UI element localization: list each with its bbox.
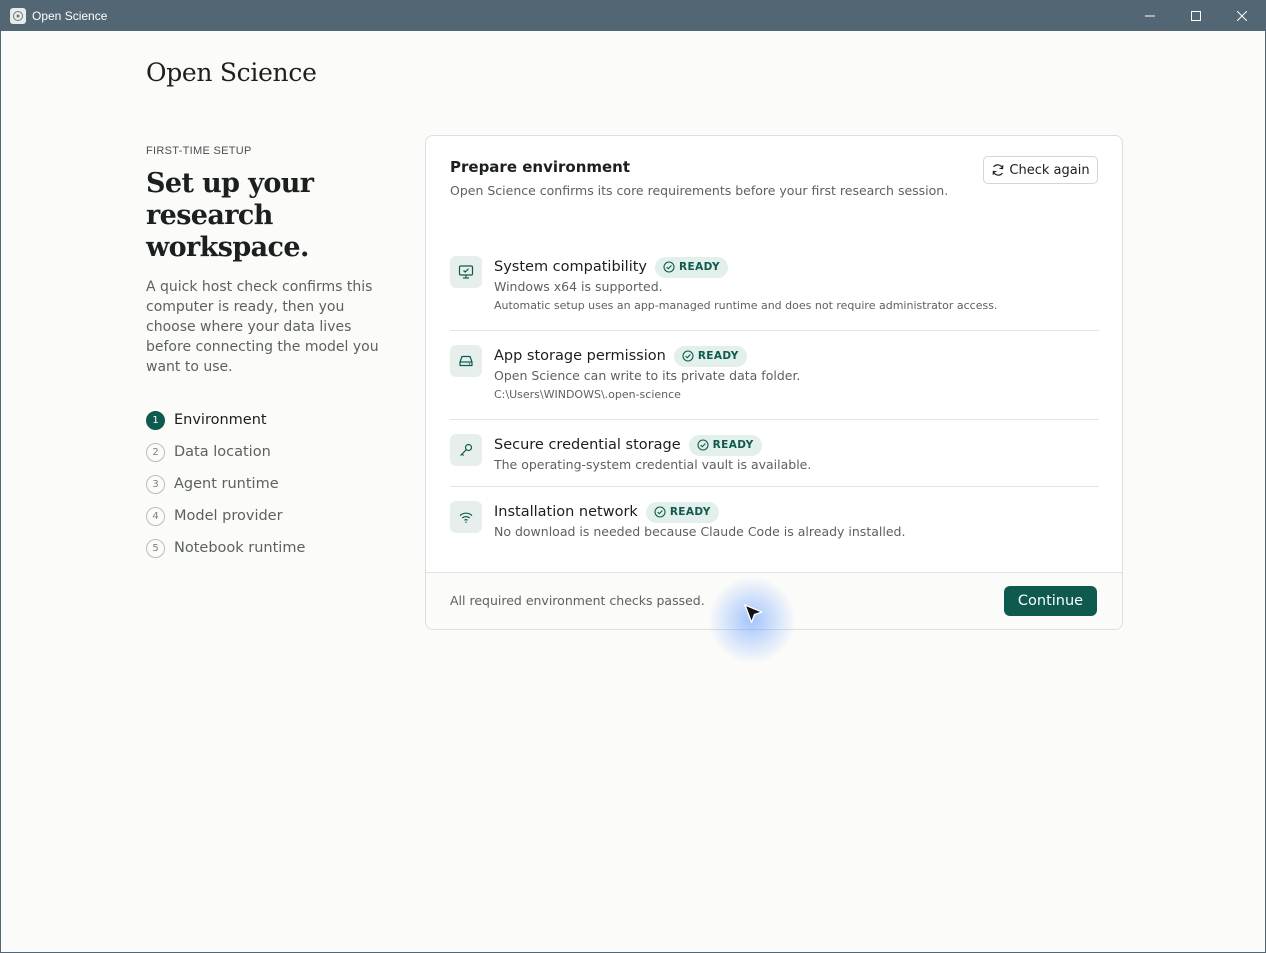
step-number: 2: [146, 442, 165, 462]
brand-title: Open Science: [146, 58, 317, 87]
card-title: Prepare environment: [450, 158, 631, 176]
check-description: No download is needed because Claude Cod…: [494, 524, 906, 539]
step-label: Model provider: [174, 508, 283, 524]
status-badge: READY: [655, 256, 728, 278]
step-label: Agent runtime: [174, 476, 279, 492]
check-again-label: Check again: [1009, 162, 1090, 178]
check-row-system-compatibility: System compatibility READY Windows x64 i…: [450, 242, 1099, 331]
setup-steps: 1 Environment 2 Data location 3 Agent ru…: [146, 404, 305, 564]
intro-text: A quick host check confirms this compute…: [146, 279, 379, 375]
setup-page: Open Science FIRST-TIME SETUP Set up you…: [1, 31, 1265, 952]
status-badge: READY: [673, 345, 747, 367]
check-description: Open Science can write to its private da…: [494, 368, 801, 383]
step-model-provider[interactable]: 4 Model provider: [146, 500, 305, 532]
status-text: READY: [712, 439, 754, 451]
continue-button[interactable]: Continue: [1004, 586, 1097, 616]
check-circle-icon: [682, 350, 694, 362]
setup-eyebrow: FIRST-TIME SETUP: [146, 145, 252, 157]
check-circle-icon: [663, 261, 675, 273]
check-title: System compatibility: [494, 259, 648, 275]
check-title: Installation network: [494, 504, 638, 520]
window-controls: [1127, 1, 1265, 31]
environment-card: Prepare environment Open Science confirm…: [425, 135, 1123, 630]
check-list: System compatibility READY Windows x64 i…: [450, 242, 1099, 554]
check-description: Windows x64 is supported.: [494, 279, 663, 294]
storage-path: C:\Users\WINDOWS\.open-science: [494, 388, 681, 401]
step-label: Environment: [174, 412, 267, 428]
step-label: Notebook runtime: [174, 540, 306, 556]
window-title: Open Science: [32, 9, 108, 23]
step-number: 1: [146, 410, 165, 430]
step-number: 5: [146, 538, 165, 558]
check-circle-icon: [697, 439, 709, 451]
check-title: Secure credential storage: [494, 437, 681, 453]
refresh-icon: [993, 164, 1004, 176]
monitor-check-icon: [450, 256, 482, 288]
hard-drive-icon: [450, 345, 482, 377]
app-logo-icon: [10, 8, 26, 24]
status-text: READY: [669, 506, 711, 518]
maximize-icon: [1191, 11, 1201, 21]
step-environment[interactable]: 1 Environment: [146, 404, 305, 436]
close-icon: [1237, 11, 1247, 21]
mouse-pointer-icon: [744, 604, 763, 624]
status-badge: READY: [645, 501, 719, 523]
step-notebook-runtime[interactable]: 5 Notebook runtime: [146, 532, 305, 564]
check-row-installation-network: Installation network READY No download i…: [450, 487, 1099, 554]
minimize-icon: [1145, 15, 1155, 17]
title-bar[interactable]: Open Science: [1, 1, 1265, 31]
check-description: The operating-system credential vault is…: [494, 457, 812, 472]
wifi-icon: [450, 501, 482, 533]
page-title: Set up your research workspace.: [146, 168, 314, 263]
card-subtitle: Open Science confirms its core requireme…: [450, 183, 949, 198]
check-circle-icon: [654, 506, 666, 518]
key-icon: [450, 434, 482, 466]
step-number: 3: [146, 474, 165, 494]
step-number: 4: [146, 506, 165, 526]
step-label: Data location: [174, 444, 271, 460]
status-text: READY: [679, 261, 720, 273]
app-window: Open Science Open Science FIRST-TIME SET…: [0, 0, 1266, 953]
check-row-credential-storage: Secure credential storage READY The oper…: [450, 420, 1099, 487]
check-row-app-storage: App storage permission READY Open Scienc…: [450, 331, 1099, 420]
step-data-location[interactable]: 2 Data location: [146, 436, 305, 468]
status-badge: READY: [688, 434, 762, 456]
status-text: READY: [697, 350, 739, 362]
check-title: App storage permission: [494, 348, 666, 364]
minimize-button[interactable]: [1127, 1, 1173, 31]
step-agent-runtime[interactable]: 3 Agent runtime: [146, 468, 305, 500]
check-note: Automatic setup uses an app-managed runt…: [494, 299, 998, 312]
close-button[interactable]: [1219, 1, 1265, 31]
maximize-button[interactable]: [1173, 1, 1219, 31]
footer-status-text: All required environment checks passed.: [450, 593, 705, 608]
check-again-button[interactable]: Check again: [983, 156, 1098, 184]
